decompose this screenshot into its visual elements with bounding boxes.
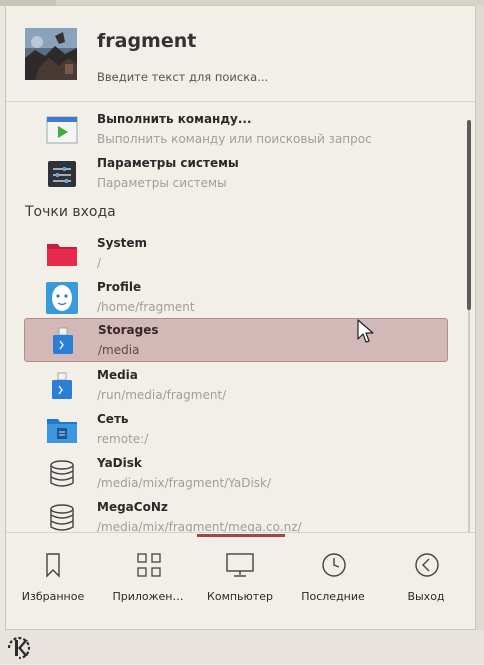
- network-folder-icon: [46, 414, 78, 446]
- grid-icon: [137, 553, 161, 577]
- tab-label: Приложен…: [112, 590, 184, 603]
- item-title: Storages: [98, 323, 159, 337]
- tab-applications[interactable]: Приложен…: [102, 544, 194, 614]
- list-item-media[interactable]: Media /run/media/fragment/: [24, 364, 448, 408]
- item-subtitle: /media/mix/fragment/mega.co.nz/: [97, 520, 302, 532]
- list-item-system[interactable]: System /: [24, 232, 448, 276]
- system-settings-icon: [46, 158, 78, 190]
- item-title: YaDisk: [97, 456, 142, 470]
- item-title: MegaCoNz: [97, 500, 168, 514]
- item-title: System: [97, 236, 147, 250]
- tabs-divider: [6, 532, 475, 533]
- tab-favorites[interactable]: Избранное: [7, 544, 99, 614]
- red-folder-icon: [46, 238, 78, 270]
- item-title: Параметры системы: [97, 156, 239, 170]
- tab-label: Последние: [301, 590, 365, 603]
- item-subtitle: /media/mix/fragment/YaDisk/: [97, 476, 272, 490]
- username: fragment: [97, 30, 197, 52]
- item-subtitle: /: [97, 256, 102, 270]
- tab-computer[interactable]: Компьютер: [194, 544, 286, 614]
- tab-label: Выход: [407, 590, 445, 603]
- item-title: Выполнить команду...: [97, 112, 252, 126]
- launcher-tabs: Избранное Приложен… Компьютер Последние …: [6, 544, 475, 614]
- list-item-megaconz[interactable]: MegaCoNz /media/mix/fragment/mega.co.nz/: [24, 496, 448, 532]
- list-item-run-command[interactable]: Выполнить команду... Выполнить команду и…: [24, 108, 448, 152]
- mouse-cursor-icon: [357, 319, 375, 345]
- menu-right-edge: [476, 5, 484, 630]
- tab-recent[interactable]: Последние: [287, 544, 379, 614]
- exit-icon: [415, 553, 439, 577]
- item-subtitle: /run/media/fragment/: [97, 388, 227, 402]
- monitor-icon: [226, 553, 254, 577]
- item-title: Profile: [97, 280, 142, 294]
- item-title: Сеть: [97, 412, 129, 426]
- clock-icon: [322, 553, 346, 577]
- usb-drive-icon: [46, 370, 78, 402]
- usb-drive-icon: [47, 325, 79, 357]
- launcher-header: fragment: [6, 6, 475, 100]
- scrollbar-thumb[interactable]: [467, 120, 471, 310]
- item-subtitle: /home/fragment: [97, 300, 195, 314]
- application-launcher: fragment Выполнить команду... Выполнить …: [5, 5, 476, 630]
- run-command-icon: [46, 114, 78, 146]
- list-item-storages[interactable]: Storages /media: [24, 318, 448, 362]
- list-item-yadisk[interactable]: YaDisk /media/mix/fragment/YaDisk/: [24, 452, 448, 496]
- item-title: Media: [97, 368, 138, 382]
- list-item-system-settings[interactable]: Параметры системы Параметры системы: [24, 152, 448, 196]
- item-subtitle: remote:/: [97, 432, 149, 446]
- tab-label: Компьютер: [207, 590, 273, 603]
- scrollbar[interactable]: [465, 120, 473, 532]
- list-item-profile[interactable]: Profile /home/fragment: [24, 276, 448, 320]
- item-subtitle: Выполнить команду или поисковый запрос: [97, 132, 372, 146]
- tab-label: Избранное: [21, 590, 85, 603]
- results-list: Выполнить команду... Выполнить команду и…: [6, 102, 475, 532]
- list-item-network[interactable]: Сеть remote:/: [24, 408, 448, 452]
- item-subtitle: Параметры системы: [97, 176, 227, 190]
- search-input[interactable]: [97, 69, 457, 85]
- database-icon: [46, 502, 78, 532]
- avatar[interactable]: [25, 28, 77, 80]
- active-tab-indicator: [197, 534, 285, 537]
- item-subtitle: /media: [98, 343, 140, 357]
- taskbar-panel: [0, 630, 484, 664]
- profile-icon: [46, 282, 78, 314]
- tab-leave[interactable]: Выход: [380, 544, 472, 614]
- kde-logo-icon[interactable]: [6, 635, 32, 661]
- section-heading-places: Точки входа: [25, 204, 116, 220]
- bookmark-icon: [46, 553, 60, 578]
- database-icon: [46, 458, 78, 490]
